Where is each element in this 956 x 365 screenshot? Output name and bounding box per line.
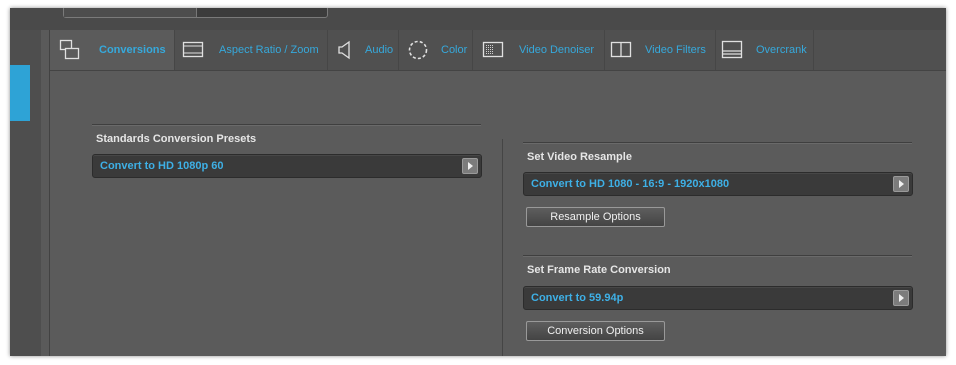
- conversion-options-button[interactable]: Conversion Options: [526, 321, 665, 341]
- tab-label: Audio: [365, 44, 394, 56]
- tab-video-denoiser[interactable]: Video Denoiser: [473, 30, 605, 70]
- dropdown-value: Convert to HD 1080p 60: [100, 160, 224, 172]
- audio-icon: [336, 40, 352, 65]
- tab-video-filters[interactable]: Video Filters: [605, 30, 716, 70]
- tab-label: Overcrank: [756, 44, 807, 56]
- chevron-right-icon[interactable]: [893, 290, 909, 306]
- tab-label: Video Filters: [645, 44, 706, 56]
- chevron-right-icon[interactable]: [462, 158, 478, 174]
- video-denoiser-icon: [482, 41, 504, 64]
- top-toggle-segment[interactable]: [64, 8, 197, 17]
- dropdown-value: Convert to HD 1080 - 16:9 - 1920x1080: [531, 178, 730, 190]
- frame-rate-dropdown[interactable]: Convert to 59.94p: [523, 286, 913, 310]
- conversions-panel: [50, 71, 946, 356]
- section-rule: [523, 142, 912, 144]
- standards-title: Standards Conversion Presets: [96, 133, 257, 145]
- section-rule: [523, 255, 912, 257]
- video-resample-dropdown[interactable]: Convert to HD 1080 - 16:9 - 1920x1080: [523, 172, 913, 196]
- top-toggle[interactable]: [63, 8, 328, 18]
- tab-label: Aspect Ratio / Zoom: [219, 44, 319, 56]
- chevron-right-icon[interactable]: [893, 176, 909, 192]
- tab-aspect-ratio[interactable]: Aspect Ratio / Zoom: [175, 30, 328, 70]
- resample-title: Set Video Resample: [527, 151, 632, 163]
- overcrank-icon: [721, 40, 743, 65]
- top-strip: [10, 8, 946, 30]
- conversions-icon: [59, 39, 81, 66]
- framerate-title: Set Frame Rate Conversion: [527, 264, 671, 276]
- panel-gutter: [41, 30, 50, 356]
- resample-options-button[interactable]: Resample Options: [526, 207, 665, 227]
- tab-label: Color: [441, 44, 468, 56]
- tab-label: Video Denoiser: [519, 44, 595, 56]
- tab-overcrank[interactable]: Overcrank: [716, 30, 814, 70]
- tab-conversions[interactable]: Conversions: [50, 30, 175, 70]
- color-icon: [407, 39, 429, 66]
- tab-label: Conversions: [99, 44, 166, 56]
- left-panel-tab[interactable]: [10, 65, 30, 121]
- left-panel: [10, 30, 42, 356]
- tab-audio[interactable]: Audio: [328, 30, 399, 70]
- standards-preset-dropdown[interactable]: Convert to HD 1080p 60: [92, 154, 482, 178]
- tab-bar: Conversions Aspect Ratio / Zoom Audio Co…: [50, 30, 946, 71]
- column-divider: [502, 139, 503, 356]
- dropdown-value: Convert to 59.94p: [531, 292, 624, 304]
- aspect-ratio-icon: [182, 41, 204, 64]
- tab-color[interactable]: Color: [399, 30, 473, 70]
- app-window: Conversions Aspect Ratio / Zoom Audio Co…: [10, 8, 946, 356]
- video-filters-icon: [610, 41, 632, 64]
- section-rule: [92, 124, 481, 126]
